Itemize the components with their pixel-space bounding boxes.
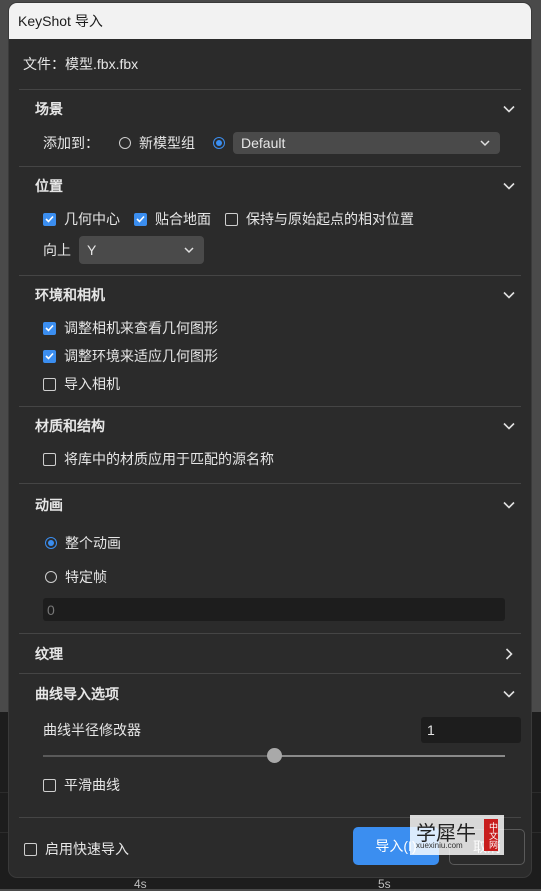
import-camera-row: 导入相机 <box>19 370 521 398</box>
section-environment-header[interactable]: 环境和相机 <box>19 276 521 314</box>
curve-radius-label: 曲线半径修改器 <box>43 722 141 738</box>
up-axis-select[interactable]: Y <box>79 236 204 264</box>
section-scene: 场景 添加到： 新模型组 Default <box>19 89 521 158</box>
section-position-header[interactable]: 位置 <box>19 167 521 205</box>
apply-library-checkbox[interactable] <box>43 452 56 466</box>
section-scene-title: 场景 <box>35 101 63 117</box>
check-icon <box>45 352 54 360</box>
add-to-label: 添加到： <box>43 135 99 151</box>
check-icon <box>45 324 54 332</box>
apply-library-label: 将库中的材质应用于匹配的源名称 <box>64 451 274 467</box>
chevron-down-icon[interactable] <box>497 97 521 121</box>
snap-ground-checkbox[interactable] <box>134 212 147 226</box>
check-icon <box>45 215 54 223</box>
import-camera-label: 导入相机 <box>64 376 120 392</box>
curve-radius-row: 曲线半径修改器 1 <box>19 715 521 745</box>
chevron-down-icon[interactable] <box>497 682 521 706</box>
fast-import-checkbox[interactable] <box>24 842 37 856</box>
scene-add-to-row: 添加到： 新模型组 Default <box>19 128 521 158</box>
snap-ground-label: 贴合地面 <box>155 211 211 227</box>
section-materials-title: 材质和结构 <box>35 418 105 434</box>
file-name-row: 文件：模型.fbx.fbx <box>9 39 531 89</box>
smooth-curve-label: 平滑曲线 <box>64 777 120 793</box>
adjust-env-row: 调整环境来适应几何图形 <box>19 342 521 370</box>
fast-import-label: 启用快速导入 <box>45 841 129 857</box>
keep-origin-checkbox[interactable] <box>225 212 238 226</box>
chevron-down-icon[interactable] <box>497 283 521 307</box>
section-environment: 环境和相机 调整相机来查看几何图形 调整环境来适应几何图形 导入相机 <box>19 275 521 398</box>
position-options-row: 几何中心 贴合地面 保持与原始起点的相对位置 <box>19 205 521 233</box>
smooth-curve-row: 平滑曲线 <box>19 769 521 801</box>
section-materials-header[interactable]: 材质和结构 <box>19 407 521 445</box>
curve-radius-value: 1 <box>427 722 435 738</box>
new-group-label: 新模型组 <box>139 135 195 151</box>
section-position: 位置 几何中心 贴合地面 保持与原始起点的相对位置 向上 Y <box>19 166 521 267</box>
whole-animation-radio[interactable] <box>45 537 57 549</box>
whole-animation-label: 整个动画 <box>65 535 121 551</box>
chevron-down-icon <box>480 139 490 146</box>
section-curves-header[interactable]: 曲线导入选项 <box>19 674 521 713</box>
section-animation-header[interactable]: 动画 <box>19 484 521 526</box>
geometry-center-checkbox[interactable] <box>43 212 56 226</box>
adjust-camera-label: 调整相机来查看几何图形 <box>64 320 218 336</box>
new-group-radio[interactable] <box>119 137 131 149</box>
adjust-camera-row: 调整相机来查看几何图形 <box>19 314 521 342</box>
adjust-env-label: 调整环境来适应几何图形 <box>64 348 218 364</box>
specific-frame-label: 特定帧 <box>65 569 107 585</box>
watermark-logo: 学犀牛 xuexiniu.com 中文网 <box>410 815 504 855</box>
adjust-env-checkbox[interactable] <box>43 349 56 363</box>
frame-input-wrap: 0 <box>19 594 521 633</box>
section-scene-header[interactable]: 场景 <box>19 90 521 128</box>
specific-frame-radio[interactable] <box>45 571 57 583</box>
section-materials: 材质和结构 将库中的材质应用于匹配的源名称 <box>19 406 521 473</box>
up-axis-label: 向上 <box>43 242 71 258</box>
curve-radius-input[interactable]: 1 <box>421 717 521 743</box>
watermark-sub: xuexiniu.com <box>416 841 463 850</box>
file-label: 文件：模型.fbx.fbx <box>23 56 139 72</box>
whole-animation-row: 整个动画 <box>19 526 521 560</box>
section-curves: 曲线导入选项 曲线半径修改器 1 平滑曲线 <box>19 673 521 801</box>
keep-origin-label: 保持与原始起点的相对位置 <box>246 211 414 227</box>
adjust-camera-checkbox[interactable] <box>43 321 56 335</box>
section-curves-title: 曲线导入选项 <box>35 685 119 702</box>
chevron-down-icon[interactable] <box>497 414 521 438</box>
group-select[interactable]: Default <box>233 132 500 154</box>
chevron-down-icon[interactable] <box>497 174 521 198</box>
dialog-title: KeyShot 导入 <box>18 13 103 29</box>
section-texture-title: 纹理 <box>35 645 63 662</box>
smooth-curve-checkbox[interactable] <box>43 778 56 792</box>
existing-group-radio[interactable] <box>213 137 225 149</box>
chevron-down-icon[interactable] <box>497 493 521 517</box>
frame-input-placeholder: 0 <box>47 601 55 618</box>
section-animation: 动画 整个动画 特定帧 0 <box>19 483 521 633</box>
curve-radius-slider[interactable] <box>43 745 505 767</box>
section-texture-header[interactable]: 纹理 <box>19 634 521 673</box>
section-animation-title: 动画 <box>35 497 63 513</box>
section-texture: 纹理 <box>19 633 521 673</box>
chevron-down-icon <box>184 246 194 253</box>
dialog-titlebar[interactable]: KeyShot 导入 <box>9 3 531 39</box>
up-axis-value: Y <box>87 242 97 258</box>
slider-fill <box>43 755 274 757</box>
slider-thumb[interactable] <box>267 748 282 763</box>
chevron-right-icon[interactable] <box>497 642 521 666</box>
geometry-center-label: 几何中心 <box>64 211 120 227</box>
watermark-badge: 中文网 <box>484 819 498 851</box>
check-icon <box>136 215 145 223</box>
section-position-title: 位置 <box>35 178 63 194</box>
group-select-value: Default <box>241 135 286 151</box>
up-axis-row: 向上 Y <box>19 233 521 267</box>
section-environment-title: 环境和相机 <box>35 287 105 303</box>
import-dialog: KeyShot 导入 文件：模型.fbx.fbx 场景 添加到： 新模型组 De… <box>9 3 531 877</box>
specific-frame-row: 特定帧 <box>19 560 521 594</box>
fast-import-row: 启用快速导入 <box>24 839 129 859</box>
apply-library-row: 将库中的材质应用于匹配的源名称 <box>19 445 521 473</box>
import-camera-checkbox[interactable] <box>43 377 56 391</box>
frame-input[interactable]: 0 <box>43 598 505 621</box>
